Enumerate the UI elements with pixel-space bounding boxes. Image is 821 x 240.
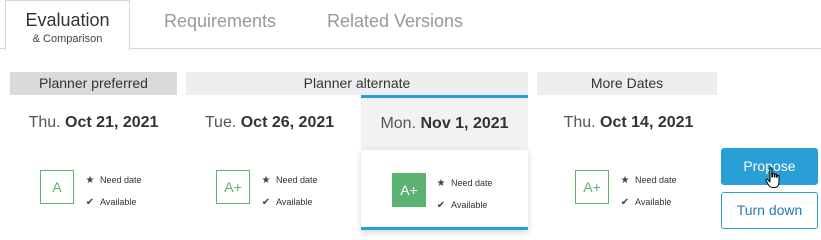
available-label: Available (276, 197, 313, 207)
group-header-alternate: Planner alternate (186, 72, 528, 95)
available-label: Available (635, 197, 672, 207)
grade-badge: A (40, 170, 74, 204)
need-date-label: Need date (276, 175, 318, 185)
date-option-column[interactable]: Thu. Oct 14, 2021 A+ ★ Need date ✔ Availab… (545, 95, 712, 228)
available-flag: ✔ Available (620, 195, 672, 209)
check-icon: ✔ (85, 197, 95, 208)
date-label: Thu. Oct 21, 2021 (10, 114, 177, 132)
need-date-flag: ★ Need date (261, 173, 318, 187)
tab-bar: Evaluation & Comparison Requirements Rel… (0, 0, 821, 50)
star-icon: ★ (261, 175, 271, 186)
grade-badge: A+ (575, 170, 609, 204)
date-option-column[interactable]: Thu. Oct 21, 2021 A ★ Need date ✔ Availabl… (10, 95, 177, 228)
need-date-label: Need date (451, 178, 493, 188)
available-label: Available (100, 197, 137, 207)
date-value: Oct 14, 2021 (600, 114, 694, 131)
group-header-more-dates: More Dates (537, 72, 717, 95)
date-label: Mon. Nov 1, 2021 (361, 115, 528, 133)
weekday: Tue. (204, 114, 237, 131)
need-date-flag: ★ Need date (620, 173, 677, 187)
available-flag: ✔ Available (436, 198, 488, 212)
available-label: Available (451, 200, 488, 210)
group-header-preferred: Planner preferred (10, 72, 177, 95)
weekday: Mon. (380, 115, 417, 132)
hand-pointer-icon (765, 167, 780, 188)
date-value: Oct 26, 2021 (240, 114, 335, 131)
tab-requirements-label: Requirements (163, 11, 277, 31)
weekday: Thu. (563, 114, 596, 131)
grade-badge: A+ (216, 170, 250, 204)
need-date-label: Need date (100, 175, 142, 185)
tab-evaluation-sublabel: & Comparison (32, 33, 103, 45)
star-icon: ★ (85, 175, 95, 186)
date-card-selected[interactable]: A+ ★ Need date ✔ Available (361, 150, 528, 230)
date-value: Nov 1, 2021 (420, 115, 509, 132)
weekday: Thu. (28, 114, 61, 131)
date-card[interactable]: A+ ★ Need date ✔ Available (186, 147, 353, 228)
turn-down-button[interactable]: Turn down (721, 192, 818, 229)
need-date-label: Need date (635, 175, 677, 185)
check-icon: ✔ (261, 197, 271, 208)
tab-related-versions-label: Related Versions (326, 11, 464, 31)
tab-evaluation-label: Evaluation (25, 10, 110, 30)
date-option-column-selected[interactable]: Mon. Nov 1, 2021 A+ ★ Need date ✔ Availabl… (361, 95, 528, 230)
date-card[interactable]: A ★ Need date ✔ Available (10, 147, 177, 228)
available-flag: ✔ Available (261, 195, 313, 209)
date-label: Tue. Oct 26, 2021 (186, 114, 353, 132)
available-flag: ✔ Available (85, 195, 137, 209)
tab-evaluation[interactable]: Evaluation & Comparison (5, 0, 130, 50)
tab-related-versions[interactable]: Related Versions (305, 0, 485, 49)
need-date-flag: ★ Need date (85, 173, 142, 187)
date-label: Thu. Oct 14, 2021 (545, 114, 712, 132)
check-icon: ✔ (620, 197, 630, 208)
need-date-flag: ★ Need date (436, 176, 493, 190)
star-icon: ★ (436, 178, 446, 189)
date-value: Oct 21, 2021 (65, 114, 159, 131)
tab-requirements[interactable]: Requirements (140, 0, 300, 49)
star-icon: ★ (620, 175, 630, 186)
grade-badge: A+ (392, 173, 426, 207)
date-option-column[interactable]: Tue. Oct 26, 2021 A+ ★ Need date ✔ Availab… (186, 95, 353, 228)
date-card[interactable]: A+ ★ Need date ✔ Available (545, 147, 712, 228)
check-icon: ✔ (436, 200, 446, 211)
